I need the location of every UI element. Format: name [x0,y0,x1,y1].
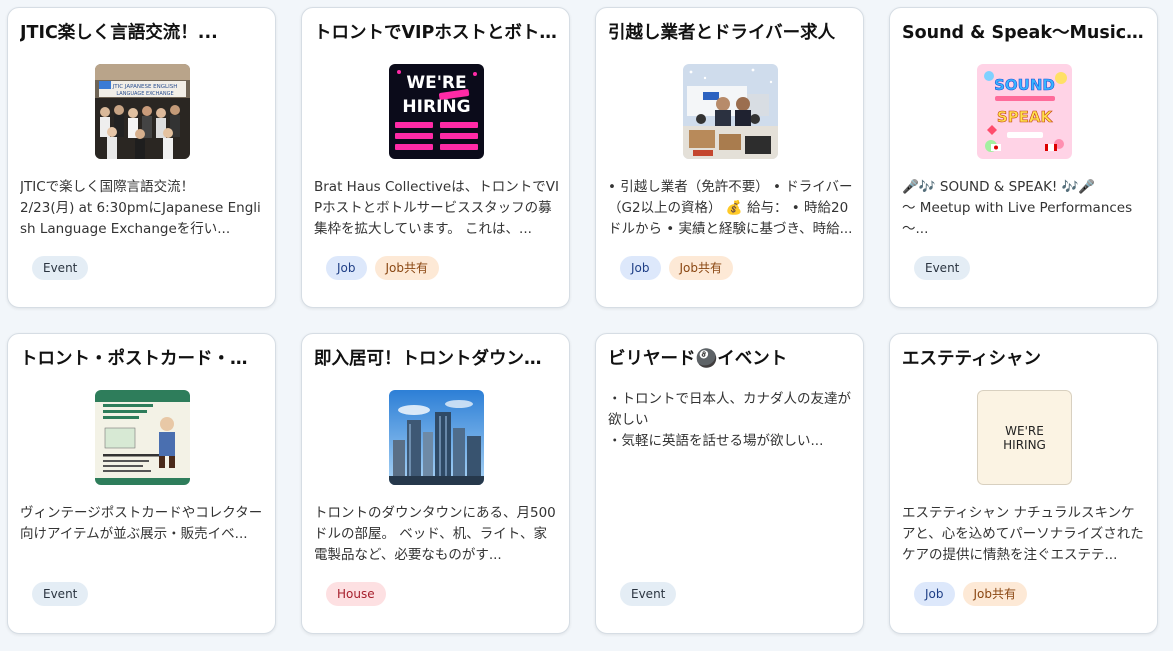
listing-card[interactable]: トロント・ポストカード・シ... ヴィンテージポストカードやコレクター向けアイテ… [7,333,276,634]
language-exchange-photo-image: JTIC JAPANESE ENGLISH LANGUAGE EXCHANGE [95,64,190,159]
listing-card[interactable]: 即入居可！トロントダウンタ... トロントのダウンタウンにある、月500ドルの部… [301,333,570,634]
listing-card[interactable]: エステティシャン WE'RE HIRING エステティシャン ナチュラルスキンケ… [889,333,1158,634]
listing-card[interactable]: ビリヤード🎱イベント ・トロントで日本人、カナダ人の友達が欲しい ・気軽に英語を… [595,333,864,634]
tag-event[interactable]: Event [32,256,89,280]
tag-job-share[interactable]: Job共有 [962,582,1027,606]
card-thumbnail[interactable]: SOUND SPEAK [977,64,1072,159]
card-tags: Event [32,582,89,606]
svg-text:HIRING: HIRING [402,97,470,117]
card-tags: Job Job共有 [914,582,1027,606]
listing-card[interactable]: Sound & Speak～Music... SOUND SPEAK 🎤🎶 SO… [889,7,1158,308]
card-thumbnail[interactable] [683,64,778,159]
card-title[interactable]: Sound & Speak～Music... [902,21,1145,45]
svg-text:JTIC JAPANESE ENGLISH: JTIC JAPANESE ENGLISH [112,84,178,90]
tag-job-share[interactable]: Job共有 [374,256,439,280]
tag-job[interactable]: Job [914,582,955,606]
sound-speak-flyer-image: SOUND SPEAK [977,64,1072,159]
card-title[interactable]: ビリヤード🎱イベント [608,347,851,371]
svg-text:HIRING: HIRING [1003,438,1046,452]
tag-house[interactable]: House [326,582,386,606]
toronto-skyline-photo-image [389,390,484,485]
listing-card[interactable]: トロントでVIPホストとボト... WE'RE HIRING Brat Haus… [301,7,570,308]
svg-text:WE'RE: WE'RE [1005,424,1044,438]
card-title[interactable]: 引越し業者とドライバー求人 [608,21,851,45]
card-thumbnail[interactable] [389,390,484,485]
tag-job-share[interactable]: Job共有 [668,256,733,280]
card-description: Brat Haus Collectiveは、トロントでVIPホストとボトルサービ… [314,179,559,237]
svg-text:SOUND: SOUND [994,76,1055,94]
postcard-show-flyer-image [95,390,190,485]
card-tags: Event [620,582,677,606]
card-tags: Job Job共有 [620,256,733,280]
tag-event[interactable]: Event [914,256,971,280]
tag-job[interactable]: Job [326,256,367,280]
card-thumbnail[interactable]: WE'RE HIRING [389,64,484,159]
card-description: 🎤🎶 SOUND & SPEAK! 🎶🎤 ～ Meetup with Live … [902,179,1133,237]
card-tags: House [326,582,386,606]
card-tags: Job Job共有 [326,256,439,280]
card-title[interactable]: JTIC楽しく言語交流！... [20,21,263,45]
svg-text:SPEAK: SPEAK [997,108,1054,126]
moving-truck-photo-image [683,64,778,159]
card-description: ヴィンテージポストカードやコレクター向けアイテムが並ぶ展示・販売イベ... [20,505,263,542]
tag-event[interactable]: Event [32,582,89,606]
card-title[interactable]: エステティシャン [902,347,1145,371]
card-tags: Event [32,256,89,280]
hiring-poster-image: WE'RE HIRING [389,64,484,159]
card-tags: Event [914,256,971,280]
card-description: トロントのダウンタウンにある、月500ドルの部屋。 ベッド、机、ライト、家電製品… [314,505,556,563]
card-description: JTICで楽しく国際言語交流！ 2/23(月) at 6:30pmにJapane… [20,179,261,237]
card-thumbnail[interactable]: WE'RE HIRING [977,390,1072,485]
card-description: ・トロントで日本人、カナダ人の友達が欲しい ・気軽に英語を話せる場が欲しい... [608,391,851,449]
card-thumbnail[interactable] [95,390,190,485]
card-thumbnail[interactable]: JTIC JAPANESE ENGLISH LANGUAGE EXCHANGE [95,64,190,159]
tag-job[interactable]: Job [620,256,661,280]
card-title[interactable]: トロントでVIPホストとボト... [314,21,557,45]
card-title[interactable]: 即入居可！トロントダウンタ... [314,347,557,371]
card-description: • 引越し業者（免許不要） • ドライバー（G2以上の資格） 💰 給与： • 時… [608,179,853,237]
card-title[interactable]: トロント・ポストカード・シ... [20,347,263,371]
card-description: エステティシャン ナチュラルスキンケアと、心を込めてパーソナライズされたケアの提… [902,505,1144,563]
hiring-plain-image: WE'RE HIRING [977,390,1072,485]
listing-card[interactable]: 引越し業者とドライバー求人 • 引越し業者（免許不要） • ドライバー（G2以上… [595,7,864,308]
tag-event[interactable]: Event [620,582,677,606]
listing-card[interactable]: JTIC楽しく言語交流！... JTIC JAPANESE ENGLISH LA… [7,7,276,308]
listing-grid: JTIC楽しく言語交流！... JTIC JAPANESE ENGLISH LA… [7,7,1158,634]
svg-text:LANGUAGE EXCHANGE: LANGUAGE EXCHANGE [116,91,173,97]
svg-text:WE'RE: WE'RE [406,73,466,93]
